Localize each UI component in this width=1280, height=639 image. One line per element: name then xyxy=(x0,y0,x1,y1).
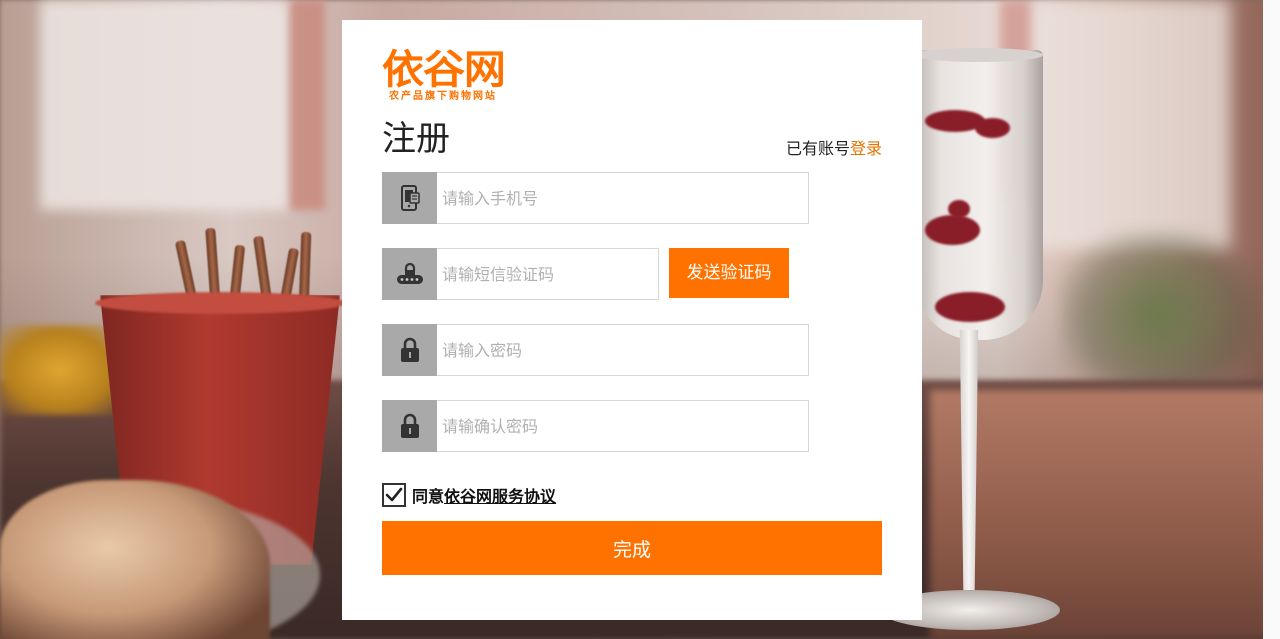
keypad-lock-icon xyxy=(382,248,437,300)
login-link[interactable]: 登录 xyxy=(850,139,882,158)
agree-checkbox[interactable] xyxy=(382,483,406,507)
have-account-prompt: 已有账号登录 xyxy=(786,139,882,159)
confirm-password-input[interactable] xyxy=(437,400,809,452)
service-agreement-link[interactable]: 依谷网服务协议 xyxy=(444,487,556,506)
phone-input[interactable] xyxy=(437,172,809,224)
confirm-password-field xyxy=(382,400,809,452)
phone-field xyxy=(382,172,809,224)
submit-button[interactable]: 完成 xyxy=(382,521,882,575)
logo-tagline: 农产品旗下购物网站 xyxy=(389,91,497,102)
padlock-icon xyxy=(382,400,437,452)
logo-text: 依谷网 xyxy=(382,47,506,93)
agreement-row: 同意依谷网服务协议 xyxy=(382,481,556,509)
register-panel: 依谷网 农产品旗下购物网站 注册 已有账号登录 请输入手机号 请输短信验证码 发… xyxy=(342,20,922,620)
password-field xyxy=(382,324,809,376)
agree-prefix: 同意 xyxy=(412,487,445,506)
password-input[interactable] xyxy=(437,324,809,376)
mobile-phone-icon xyxy=(382,172,437,224)
agree-label: 同意依谷网服务协议 xyxy=(412,483,556,507)
sms-code-input[interactable] xyxy=(437,248,659,300)
checkmark-icon xyxy=(385,487,403,502)
send-code-button[interactable]: 发送验证码 xyxy=(669,248,789,298)
sms-code-field xyxy=(382,248,659,300)
padlock-icon xyxy=(382,324,437,376)
site-logo[interactable]: 依谷网 农产品旗下购物网站 xyxy=(382,47,532,106)
page-title: 注册 xyxy=(382,119,450,159)
have-account-text: 已有账号 xyxy=(785,139,850,158)
